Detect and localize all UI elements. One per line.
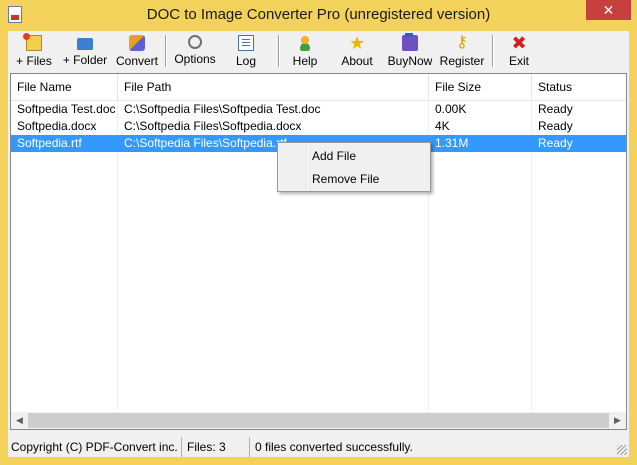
add-files-label: + Files: [16, 54, 52, 68]
about-button[interactable]: ★ About: [338, 33, 376, 69]
scroll-left-icon[interactable]: ◀: [11, 412, 28, 429]
convert-label: Convert: [115, 54, 159, 68]
status-message: 0 files converted successfully.: [255, 440, 413, 454]
exit-icon: ✖: [511, 33, 527, 53]
cell-status: Ready: [538, 119, 573, 133]
add-folder-icon: [77, 38, 93, 50]
close-button[interactable]: ✕: [586, 0, 631, 20]
scroll-right-icon[interactable]: ▶: [609, 412, 626, 429]
cell-file-name: Softpedia.docx: [17, 119, 97, 133]
cell-file-name: Softpedia.rtf: [17, 136, 82, 150]
add-files-button[interactable]: + Files: [12, 33, 56, 69]
column-header-status[interactable]: Status: [532, 74, 626, 100]
register-label: Register: [439, 54, 485, 68]
log-icon: [238, 35, 254, 51]
help-icon: [297, 35, 313, 51]
list-header: File Name File Path File Size Status: [11, 74, 626, 101]
exit-label: Exit: [508, 54, 529, 68]
cell-file-size: 1.31M: [435, 136, 469, 150]
toolbar-separator: [165, 35, 167, 67]
client-area: + Files + Folder Convert Options Log Hel…: [8, 31, 629, 457]
buynow-icon: [402, 33, 418, 51]
key-icon: ⚷: [456, 34, 468, 51]
toolbar-separator: [492, 35, 494, 67]
add-folder-label: + Folder: [62, 53, 108, 67]
about-label: About: [341, 54, 373, 68]
resize-grip[interactable]: [617, 445, 627, 455]
cell-file-size: 0.00K: [435, 102, 467, 116]
cell-file-path: C:\Softpedia Files\Softpedia Test.doc: [124, 102, 321, 116]
buynow-button[interactable]: BuyNow: [385, 33, 435, 69]
title-bar[interactable]: DOC to Image Converter Pro (unregistered…: [0, 0, 637, 31]
add-files-icon: [23, 33, 42, 51]
status-copyright: Copyright (C) PDF-Convert inc.: [8, 437, 182, 457]
cell-status: Ready: [538, 136, 573, 150]
convert-icon: [129, 35, 145, 51]
window-title: DOC to Image Converter Pro (unregistered…: [146, 6, 491, 23]
horizontal-scrollbar[interactable]: ◀ ▶: [11, 412, 626, 429]
column-header-file-size[interactable]: File Size: [429, 74, 532, 100]
app-window: DOC to Image Converter Pro (unregistered…: [0, 0, 637, 465]
options-label: Options: [174, 52, 216, 66]
cell-file-size: 4K: [435, 119, 450, 133]
log-label: Log: [235, 54, 257, 68]
toolbar-separator: [278, 35, 280, 67]
status-file-count: Files: 3: [184, 437, 250, 457]
help-button[interactable]: Help: [288, 33, 322, 69]
options-button[interactable]: Options: [171, 33, 219, 69]
table-row[interactable]: Softpedia.docx C:\Softpedia Files\Softpe…: [11, 118, 626, 135]
about-icon: ★: [349, 33, 366, 53]
exit-button[interactable]: ✖ Exit: [504, 33, 534, 69]
column-header-file-name[interactable]: File Name: [11, 74, 118, 100]
menu-item-add-file[interactable]: Add File: [280, 145, 428, 167]
file-list[interactable]: File Name File Path File Size Status Sof…: [10, 73, 627, 430]
column-header-file-path[interactable]: File Path: [118, 74, 429, 100]
menu-item-remove-file[interactable]: Remove File: [280, 168, 428, 190]
cell-status: Ready: [538, 102, 573, 116]
status-bar: Copyright (C) PDF-Convert inc. Files: 3 …: [8, 435, 629, 457]
table-row[interactable]: Softpedia Test.doc C:\Softpedia Files\So…: [11, 101, 626, 118]
buynow-label: BuyNow: [387, 54, 433, 68]
toolbar: + Files + Folder Convert Options Log Hel…: [8, 31, 629, 71]
options-icon: [188, 35, 202, 49]
scrollbar-thumb[interactable]: [28, 413, 609, 428]
context-menu: Add File Remove File: [277, 142, 431, 192]
register-button[interactable]: ⚷ Register: [438, 33, 486, 69]
convert-button[interactable]: Convert: [114, 33, 160, 69]
cell-file-path: C:\Softpedia Files\Softpedia.docx: [124, 119, 302, 133]
log-button[interactable]: Log: [230, 33, 262, 69]
help-label: Help: [292, 54, 318, 68]
cell-file-name: Softpedia Test.doc: [17, 102, 116, 116]
add-folder-button[interactable]: + Folder: [60, 33, 110, 69]
